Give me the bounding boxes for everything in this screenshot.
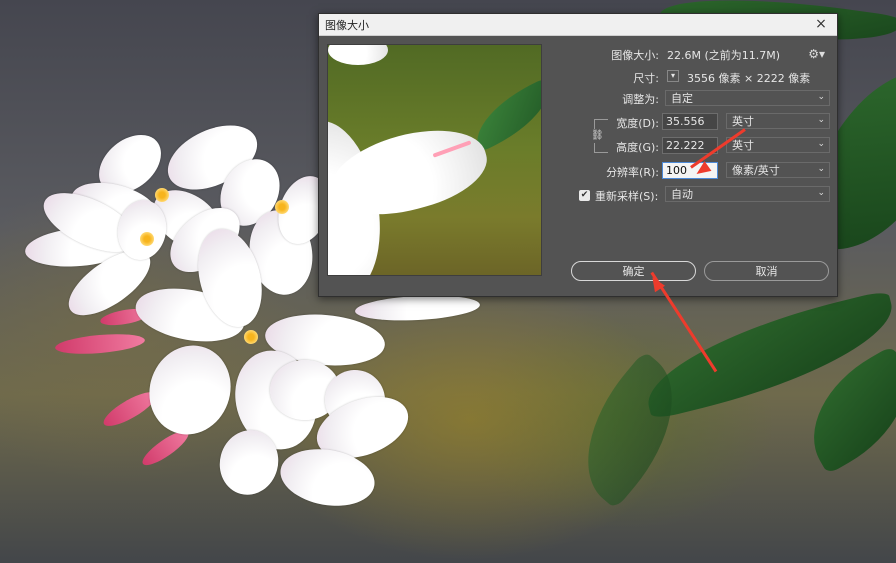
height-label: 高度(G):	[616, 141, 659, 154]
width-unit: 英寸	[732, 115, 754, 128]
resample-select[interactable]: 自动 ⌄	[665, 186, 830, 202]
resolution-value: 100	[666, 164, 687, 177]
flower-center	[275, 200, 289, 214]
chevron-down-icon: ⌄	[817, 164, 825, 174]
image-size-value: 22.6M (之前为11.7M)	[667, 49, 781, 62]
height-value: 22.222	[666, 139, 705, 152]
resample-checkbox[interactable]: ✔	[579, 190, 590, 201]
gear-icon[interactable]: ⚙▾	[808, 47, 825, 61]
dimensions-label: 尺寸:	[633, 72, 659, 85]
fit-to-label: 调整为:	[622, 93, 659, 106]
chevron-down-icon[interactable]: ▾	[667, 70, 679, 82]
resample-value: 自动	[671, 188, 693, 201]
height-unit-select[interactable]: 英寸 ⌄	[726, 137, 830, 153]
image-size-dialog: 图像大小 × 图像大小: 22.6M (之前为11.7M) ⚙▾ 尺寸: ▾ 3…	[318, 13, 838, 297]
flower-petal	[354, 292, 481, 324]
width-unit-select[interactable]: 英寸 ⌄	[726, 113, 830, 129]
fit-to-select[interactable]: 自定 ⌄	[665, 90, 830, 106]
dimensions-value: 3556 像素 × 2222 像素	[687, 72, 811, 85]
image-size-label: 图像大小:	[611, 49, 659, 62]
width-label: 宽度(D):	[616, 117, 659, 130]
ok-label: 确定	[622, 265, 645, 278]
flower-center	[155, 188, 169, 202]
chevron-down-icon: ⌄	[817, 92, 825, 102]
resolution-unit: 像素/英寸	[732, 164, 780, 177]
flower-petal	[137, 334, 243, 446]
height-unit: 英寸	[732, 139, 754, 152]
flower-center	[244, 330, 258, 344]
resolution-label: 分辨率(R):	[606, 166, 659, 179]
fit-to-value: 自定	[671, 92, 693, 105]
flower-center	[140, 232, 154, 246]
image-size-form: 图像大小: 22.6M (之前为11.7M) ⚙▾ 尺寸: ▾ 3556 像素 …	[319, 14, 837, 296]
width-input[interactable]: 35.556	[662, 113, 718, 130]
chevron-down-icon: ⌄	[817, 139, 825, 149]
resolution-unit-select[interactable]: 像素/英寸 ⌄	[726, 162, 830, 178]
chevron-down-icon: ⌄	[817, 188, 825, 198]
flower-bud	[54, 331, 146, 357]
cancel-label: 取消	[755, 265, 778, 278]
ok-button[interactable]: 确定	[571, 261, 696, 281]
width-value: 35.556	[666, 115, 705, 128]
checkmark-icon: ✔	[580, 190, 589, 200]
resample-label: 重新采样(S):	[595, 190, 659, 203]
cancel-button[interactable]: 取消	[704, 261, 829, 281]
chevron-down-icon: ⌄	[817, 115, 825, 125]
